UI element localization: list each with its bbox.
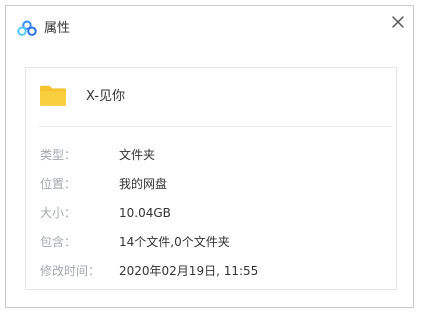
file-header: X-见你 — [26, 68, 396, 125]
properties-panel: X-见你 类型： 文件夹 位置： 我的网盘 大小： 10.04GB 包含： 14… — [25, 67, 397, 290]
title-bar: 属性 — [6, 6, 413, 50]
property-label-location: 位置： — [40, 177, 77, 191]
file-name: X-见你 — [86, 89, 125, 104]
properties-dialog: 属性 X-见你 类型： 文件夹 位置： 我的网盘 大小： 10.04GB 包含： — [5, 5, 414, 308]
divider — [39, 126, 391, 127]
property-row-location: 位置： 我的网盘 — [40, 175, 380, 193]
property-label-contains: 包含： — [40, 235, 77, 249]
folder-icon — [40, 85, 66, 106]
dialog-title: 属性 — [44, 21, 71, 36]
property-row-contains: 包含： 14个文件,0个文件夹 — [40, 233, 380, 251]
property-label-size: 大小： — [40, 206, 77, 220]
property-label-type: 类型： — [40, 148, 77, 162]
property-value-size: 10.04GB — [119, 206, 171, 220]
close-icon[interactable] — [390, 14, 406, 30]
property-row-modified: 修改时间： 2020年02月19日, 11:55 — [40, 262, 380, 280]
property-row-type: 类型： 文件夹 — [40, 146, 380, 164]
baidu-netdisk-cloud-icon — [17, 20, 37, 36]
property-value-type: 文件夹 — [119, 148, 156, 162]
property-value-modified: 2020年02月19日, 11:55 — [119, 264, 259, 278]
property-value-location: 我的网盘 — [119, 177, 168, 191]
property-label-modified: 修改时间： — [40, 264, 101, 278]
property-row-size: 大小： 10.04GB — [40, 204, 380, 222]
property-value-contains: 14个文件,0个文件夹 — [119, 235, 230, 249]
